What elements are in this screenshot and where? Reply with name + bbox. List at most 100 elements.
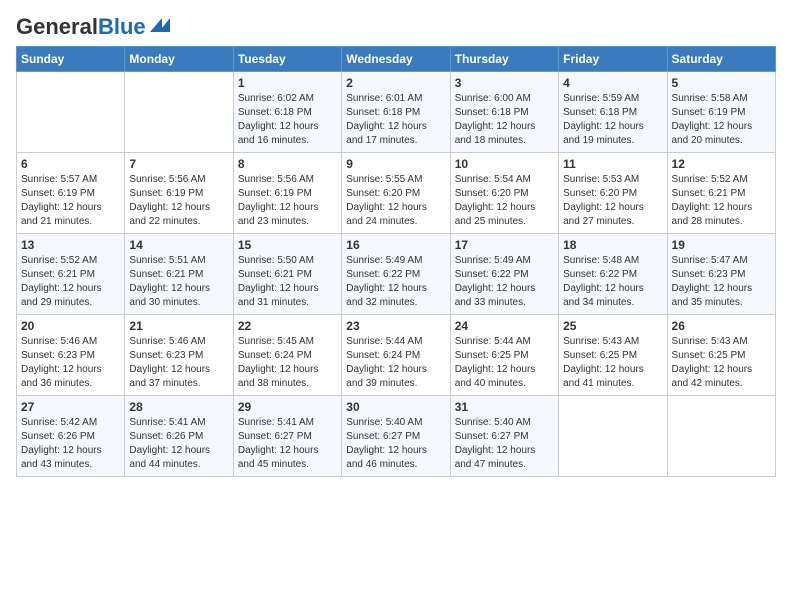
day-info: Sunrise: 5:42 AM Sunset: 6:26 PM Dayligh…	[21, 416, 120, 472]
day-number: 13	[21, 238, 120, 252]
week-row-1: 1 Sunrise: 6:02 AM Sunset: 6:18 PM Daylig…	[17, 72, 776, 153]
logo-blue: Blue	[98, 14, 146, 39]
day-info: Sunrise: 5:59 AM Sunset: 6:18 PM Dayligh…	[563, 92, 662, 148]
day-cell	[125, 72, 233, 153]
header-row: SundayMondayTuesdayWednesdayThursdayFrid…	[17, 47, 776, 72]
day-cell: 31 Sunrise: 5:40 AM Sunset: 6:27 PM Dayli…	[450, 396, 558, 477]
day-number: 5	[672, 76, 771, 90]
logo-icon	[148, 14, 170, 36]
day-info: Sunrise: 5:48 AM Sunset: 6:22 PM Dayligh…	[563, 254, 662, 310]
day-cell: 29 Sunrise: 5:41 AM Sunset: 6:27 PM Dayli…	[233, 396, 341, 477]
day-number: 11	[563, 157, 662, 171]
day-cell: 17 Sunrise: 5:49 AM Sunset: 6:22 PM Dayli…	[450, 234, 558, 315]
day-number: 27	[21, 400, 120, 414]
day-number: 2	[346, 76, 445, 90]
day-info: Sunrise: 5:45 AM Sunset: 6:24 PM Dayligh…	[238, 335, 337, 391]
header-cell-friday: Friday	[559, 47, 667, 72]
day-cell: 3 Sunrise: 6:00 AM Sunset: 6:18 PM Daylig…	[450, 72, 558, 153]
day-number: 25	[563, 319, 662, 333]
day-number: 3	[455, 76, 554, 90]
day-number: 10	[455, 157, 554, 171]
day-cell: 28 Sunrise: 5:41 AM Sunset: 6:26 PM Dayli…	[125, 396, 233, 477]
week-row-2: 6 Sunrise: 5:57 AM Sunset: 6:19 PM Daylig…	[17, 153, 776, 234]
day-number: 20	[21, 319, 120, 333]
day-number: 26	[672, 319, 771, 333]
day-number: 31	[455, 400, 554, 414]
day-number: 16	[346, 238, 445, 252]
day-cell: 9Sunrise: 5:55 AM Sunset: 6:20 PM Daylig…	[342, 153, 450, 234]
day-info: Sunrise: 5:46 AM Sunset: 6:23 PM Dayligh…	[21, 335, 120, 391]
week-row-3: 13 Sunrise: 5:52 AM Sunset: 6:21 PM Dayli…	[17, 234, 776, 315]
day-info: Sunrise: 5:52 AM Sunset: 6:21 PM Dayligh…	[21, 254, 120, 310]
day-cell: 19 Sunrise: 5:47 AM Sunset: 6:23 PM Dayli…	[667, 234, 775, 315]
day-info: Sunrise: 5:54 AM Sunset: 6:20 PM Dayligh…	[455, 173, 554, 229]
day-number: 19	[672, 238, 771, 252]
day-info: Sunrise: 5:43 AM Sunset: 6:25 PM Dayligh…	[672, 335, 771, 391]
day-cell: 13 Sunrise: 5:52 AM Sunset: 6:21 PM Dayli…	[17, 234, 125, 315]
day-info: Sunrise: 5:57 AM Sunset: 6:19 PM Dayligh…	[21, 173, 120, 229]
day-number: 7	[129, 157, 228, 171]
day-info: Sunrise: 6:00 AM Sunset: 6:18 PM Dayligh…	[455, 92, 554, 148]
day-number: 1	[238, 76, 337, 90]
day-number: 22	[238, 319, 337, 333]
day-info: Sunrise: 5:55 AM Sunset: 6:20 PM Dayligh…	[346, 173, 445, 229]
day-cell: 24Sunrise: 5:44 AM Sunset: 6:25 PM Dayli…	[450, 315, 558, 396]
day-cell: 15Sunrise: 5:50 AM Sunset: 6:21 PM Dayli…	[233, 234, 341, 315]
day-cell: 1 Sunrise: 6:02 AM Sunset: 6:18 PM Daylig…	[233, 72, 341, 153]
day-cell: 30 Sunrise: 5:40 AM Sunset: 6:27 PM Dayli…	[342, 396, 450, 477]
day-info: Sunrise: 5:51 AM Sunset: 6:21 PM Dayligh…	[129, 254, 228, 310]
day-cell: 27 Sunrise: 5:42 AM Sunset: 6:26 PM Dayli…	[17, 396, 125, 477]
day-number: 17	[455, 238, 554, 252]
header-cell-wednesday: Wednesday	[342, 47, 450, 72]
page-header: GeneralBlue	[16, 16, 776, 38]
header-cell-tuesday: Tuesday	[233, 47, 341, 72]
day-cell: 10 Sunrise: 5:54 AM Sunset: 6:20 PM Dayli…	[450, 153, 558, 234]
day-info: Sunrise: 5:56 AM Sunset: 6:19 PM Dayligh…	[129, 173, 228, 229]
day-info: Sunrise: 6:01 AM Sunset: 6:18 PM Dayligh…	[346, 92, 445, 148]
header-cell-saturday: Saturday	[667, 47, 775, 72]
day-number: 28	[129, 400, 228, 414]
day-info: Sunrise: 5:47 AM Sunset: 6:23 PM Dayligh…	[672, 254, 771, 310]
header-cell-sunday: Sunday	[17, 47, 125, 72]
day-cell: 16 Sunrise: 5:49 AM Sunset: 6:22 PM Dayli…	[342, 234, 450, 315]
day-number: 24	[455, 319, 554, 333]
day-number: 4	[563, 76, 662, 90]
day-number: 14	[129, 238, 228, 252]
day-info: Sunrise: 5:46 AM Sunset: 6:23 PM Dayligh…	[129, 335, 228, 391]
day-info: Sunrise: 5:49 AM Sunset: 6:22 PM Dayligh…	[455, 254, 554, 310]
day-number: 23	[346, 319, 445, 333]
header-cell-monday: Monday	[125, 47, 233, 72]
day-number: 15	[238, 238, 337, 252]
day-cell	[17, 72, 125, 153]
day-cell: 11 Sunrise: 5:53 AM Sunset: 6:20 PM Dayli…	[559, 153, 667, 234]
day-info: Sunrise: 5:49 AM Sunset: 6:22 PM Dayligh…	[346, 254, 445, 310]
day-cell: 6 Sunrise: 5:57 AM Sunset: 6:19 PM Daylig…	[17, 153, 125, 234]
day-cell	[667, 396, 775, 477]
day-number: 8	[238, 157, 337, 171]
day-info: Sunrise: 5:56 AM Sunset: 6:19 PM Dayligh…	[238, 173, 337, 229]
logo-general: General	[16, 14, 98, 39]
day-cell: 8 Sunrise: 5:56 AM Sunset: 6:19 PM Daylig…	[233, 153, 341, 234]
day-info: Sunrise: 5:40 AM Sunset: 6:27 PM Dayligh…	[455, 416, 554, 472]
day-cell: 14 Sunrise: 5:51 AM Sunset: 6:21 PM Dayli…	[125, 234, 233, 315]
day-cell: 21Sunrise: 5:46 AM Sunset: 6:23 PM Dayli…	[125, 315, 233, 396]
day-cell: 26 Sunrise: 5:43 AM Sunset: 6:25 PM Dayli…	[667, 315, 775, 396]
day-info: Sunrise: 6:02 AM Sunset: 6:18 PM Dayligh…	[238, 92, 337, 148]
day-info: Sunrise: 5:40 AM Sunset: 6:27 PM Dayligh…	[346, 416, 445, 472]
logo-text: GeneralBlue	[16, 16, 146, 38]
day-number: 6	[21, 157, 120, 171]
day-cell: 4 Sunrise: 5:59 AM Sunset: 6:18 PM Daylig…	[559, 72, 667, 153]
day-info: Sunrise: 5:41 AM Sunset: 6:26 PM Dayligh…	[129, 416, 228, 472]
day-info: Sunrise: 5:52 AM Sunset: 6:21 PM Dayligh…	[672, 173, 771, 229]
day-info: Sunrise: 5:53 AM Sunset: 6:20 PM Dayligh…	[563, 173, 662, 229]
day-number: 30	[346, 400, 445, 414]
day-info: Sunrise: 5:41 AM Sunset: 6:27 PM Dayligh…	[238, 416, 337, 472]
day-number: 29	[238, 400, 337, 414]
day-cell	[559, 396, 667, 477]
week-row-5: 27 Sunrise: 5:42 AM Sunset: 6:26 PM Dayli…	[17, 396, 776, 477]
day-cell: 18Sunrise: 5:48 AM Sunset: 6:22 PM Dayli…	[559, 234, 667, 315]
day-number: 12	[672, 157, 771, 171]
day-cell: 12 Sunrise: 5:52 AM Sunset: 6:21 PM Dayli…	[667, 153, 775, 234]
day-cell: 5Sunrise: 5:58 AM Sunset: 6:19 PM Daylig…	[667, 72, 775, 153]
day-cell: 7 Sunrise: 5:56 AM Sunset: 6:19 PM Daylig…	[125, 153, 233, 234]
